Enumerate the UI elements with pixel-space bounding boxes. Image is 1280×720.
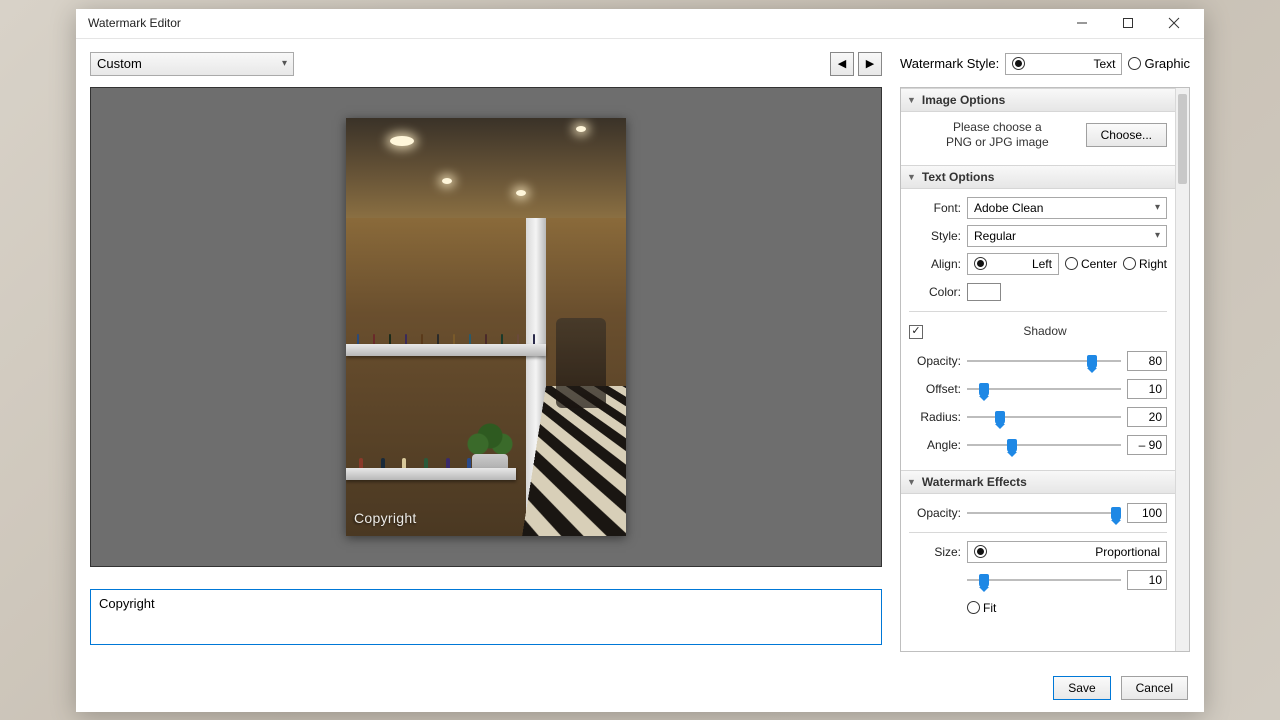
maximize-button[interactable]: [1110, 9, 1146, 37]
image-note: Please choose a PNG or JPG image: [909, 120, 1086, 151]
watermark-overlay-text: Copyright: [354, 510, 417, 526]
shadow-offset-label: Offset:: [909, 382, 967, 396]
disclosure-triangle-icon: ▼: [907, 172, 916, 182]
window-controls: [1064, 9, 1192, 37]
font-dropdown[interactable]: Adobe Clean▾: [967, 197, 1167, 219]
prev-image-button[interactable]: ◀: [830, 52, 854, 76]
options-panel: ▼ Image Options Please choose a PNG or J…: [900, 87, 1190, 652]
chevron-down-icon: ▾: [282, 58, 287, 69]
shadow-radius-label: Radius:: [909, 410, 967, 424]
shadow-angle-label: Angle:: [909, 438, 967, 452]
size-slider[interactable]: [967, 571, 1121, 589]
style-text-radio[interactable]: Text: [1005, 53, 1122, 75]
shadow-radius-slider[interactable]: [967, 408, 1121, 426]
titlebar: Watermark Editor: [76, 9, 1204, 39]
align-center-radio[interactable]: Center: [1065, 257, 1117, 271]
text-color-swatch[interactable]: [967, 283, 1001, 301]
preview-photo: Copyright: [346, 118, 626, 536]
disclosure-triangle-icon: ▼: [907, 477, 916, 487]
size-value[interactable]: 10: [1127, 570, 1167, 590]
cancel-button[interactable]: Cancel: [1121, 676, 1188, 700]
effects-opacity-label: Opacity:: [909, 506, 967, 520]
left-toolbar: Custom ▾ ◀ ▶: [90, 51, 882, 77]
window-title: Watermark Editor: [88, 16, 181, 30]
next-image-button[interactable]: ▶: [858, 52, 882, 76]
shadow-radius-value[interactable]: 20: [1127, 407, 1167, 427]
watermark-editor-window: Watermark Editor Custom ▾ ◀ ▶: [76, 9, 1204, 712]
footer: Save Cancel: [76, 664, 1204, 712]
align-right-radio[interactable]: Right: [1123, 257, 1167, 271]
shadow-opacity-value[interactable]: 80: [1127, 351, 1167, 371]
effects-opacity-value[interactable]: 100: [1127, 503, 1167, 523]
effects-body: Opacity: 100 Size: Proportional: [901, 494, 1175, 633]
style-graphic-radio[interactable]: Graphic: [1128, 56, 1190, 71]
shadow-label: Shadow: [923, 324, 1167, 338]
effects-header[interactable]: ▼ Watermark Effects: [901, 470, 1175, 494]
preset-dropdown[interactable]: Custom ▾: [90, 52, 294, 76]
watermark-style-row: Watermark Style: Text Graphic: [900, 51, 1190, 77]
watermark-text-input[interactable]: [90, 589, 882, 645]
image-options-header[interactable]: ▼ Image Options: [901, 88, 1175, 112]
shadow-checkbox[interactable]: [909, 325, 923, 339]
left-column: Custom ▾ ◀ ▶: [90, 51, 882, 652]
preview-area: Copyright: [90, 87, 882, 567]
right-column: Watermark Style: Text Graphic ▼ Image Op…: [900, 51, 1190, 652]
shadow-angle-value[interactable]: – 90: [1127, 435, 1167, 455]
font-style-dropdown[interactable]: Regular▾: [967, 225, 1167, 247]
text-options-header[interactable]: ▼ Text Options: [901, 165, 1175, 189]
shadow-offset-slider[interactable]: [967, 380, 1121, 398]
chevron-down-icon: ▾: [1155, 202, 1160, 213]
shadow-opacity-slider[interactable]: [967, 352, 1121, 370]
align-label: Align:: [909, 257, 967, 271]
save-button[interactable]: Save: [1053, 676, 1110, 700]
effects-opacity-slider[interactable]: [967, 504, 1121, 522]
choose-image-button[interactable]: Choose...: [1086, 123, 1167, 147]
content: Custom ▾ ◀ ▶: [76, 39, 1204, 664]
style-label: Style:: [909, 229, 967, 243]
shadow-angle-slider[interactable]: [967, 436, 1121, 454]
preset-value: Custom: [97, 56, 142, 71]
minimize-button[interactable]: [1064, 9, 1100, 37]
disclosure-triangle-icon: ▼: [907, 95, 916, 105]
color-label: Color:: [909, 285, 967, 299]
shadow-opacity-label: Opacity:: [909, 354, 967, 368]
preview-nav: ◀ ▶: [830, 52, 882, 76]
size-label: Size:: [909, 545, 967, 559]
font-label: Font:: [909, 201, 967, 215]
image-options-body: Please choose a PNG or JPG image Choose.…: [901, 112, 1175, 165]
close-button[interactable]: [1156, 9, 1192, 37]
size-proportional-radio[interactable]: Proportional: [967, 541, 1167, 563]
panel-scrollbar[interactable]: [1175, 88, 1189, 651]
chevron-down-icon: ▾: [1155, 230, 1160, 241]
shadow-offset-value[interactable]: 10: [1127, 379, 1167, 399]
style-label: Watermark Style:: [900, 56, 999, 71]
size-fit-radio[interactable]: Fit: [967, 601, 996, 615]
align-left-radio[interactable]: Left: [967, 253, 1059, 275]
text-options-body: Font: Adobe Clean▾ Style: Regular▾ Align…: [901, 189, 1175, 470]
